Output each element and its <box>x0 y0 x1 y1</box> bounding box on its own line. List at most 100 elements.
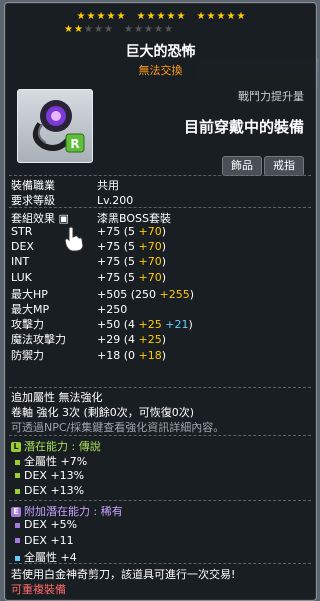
divider <box>9 563 311 564</box>
stat-row: DEX +75 (5 +70) <box>11 240 167 254</box>
stat-bonus: +255 <box>159 287 190 301</box>
star-icon: ★ <box>156 11 166 22</box>
hand-cursor-icon <box>64 226 84 252</box>
star-icon: ★ <box>206 11 216 22</box>
stat-name: 最大MP <box>11 303 50 316</box>
potential-grade: 傳說 <box>78 440 101 453</box>
star-icon: ★ <box>74 24 83 35</box>
star-icon: ★ <box>166 11 176 22</box>
stat-row: 魔法攻擊力 +29 (4 +25) <box>11 333 167 347</box>
combat-power-label: 戰鬥力提升量 <box>238 90 304 103</box>
stat-total: +250 <box>97 303 128 316</box>
stat-detail: (5 <box>123 240 139 254</box>
star-icon: ★ <box>136 11 146 22</box>
level-value: Lv.200 <box>97 194 134 207</box>
divider <box>9 435 311 436</box>
stat-name: 攻擊力 <box>11 318 44 332</box>
job-label: 裝備職業 <box>11 179 55 192</box>
additional-attribute-row: 追加屬性 無法強化 <box>11 391 103 404</box>
star-icon: ★ <box>106 11 116 22</box>
potential-line: DEX +11 <box>15 534 74 547</box>
potential-line: DEX +5% <box>15 518 77 531</box>
stat-bonus: +18 <box>138 348 162 362</box>
stat-bonus: +70 <box>138 270 162 284</box>
stat-row: INT +75 (5 +70) <box>11 255 167 269</box>
stat-row: 最大MP +250 <box>11 301 127 317</box>
star-icon: ★ <box>84 24 93 35</box>
stat-detail: (5 <box>123 255 139 269</box>
set-info-icon: ▣ <box>58 212 69 225</box>
divider <box>9 500 311 501</box>
epic-badge-icon: E <box>11 507 21 517</box>
stat-total: +75 <box>97 270 121 284</box>
stat-total: +18 <box>97 348 121 362</box>
divider <box>9 207 311 208</box>
item-icon: R <box>17 89 93 163</box>
set-row: 套組效果 ▣ 漆黑BOSS套裝 <box>11 210 171 226</box>
trade-status: 無法交換 <box>138 64 183 77</box>
tab-ring[interactable]: 戒指 <box>264 156 304 176</box>
bullet-icon <box>15 555 20 561</box>
stat-row: 最大HP +505 (250 +255) <box>11 287 195 301</box>
stat-bonus: +25 <box>138 318 162 332</box>
stat-total: +75 <box>97 240 121 254</box>
scroll-enhance-row: 卷軸 強化 3次 (剩餘0次，可恢復0次) <box>11 406 195 419</box>
re-equip-notice: 可重複裝備 <box>11 583 66 596</box>
stat-total: +75 <box>97 255 121 269</box>
stat-bonus: +25 <box>138 333 162 347</box>
star-icon: ★ <box>164 24 173 35</box>
job-row: 裝備職業 共用 <box>11 177 119 193</box>
stat-name: 最大HP <box>11 287 48 301</box>
svg-text:R: R <box>70 137 79 151</box>
stat-row: 防禦力 +18 (0 +18) <box>11 348 167 362</box>
legendary-badge-icon: L <box>11 442 21 452</box>
star-icon: ★ <box>64 24 73 35</box>
set-label: 套組效果 ▣ <box>11 212 69 225</box>
stat-name: LUK <box>11 270 32 284</box>
star-icon: ★ <box>154 24 163 35</box>
set-value: 漆黑BOSS套裝 <box>97 212 171 225</box>
stat-row: 攻擊力 +50 (4 +25 +21) <box>11 318 193 332</box>
item-name: 巨大的恐怖 <box>125 44 196 60</box>
equipped-notice: 目前穿戴中的裝備 <box>183 118 304 136</box>
potential-header: L 潛在能力 : 傳說 <box>11 438 101 454</box>
star-icon: ★ <box>96 11 106 22</box>
bullet-icon <box>15 488 20 494</box>
stat-total: +29 <box>97 333 121 347</box>
bullet-icon <box>15 522 20 528</box>
star-icon: ★ <box>146 11 156 22</box>
star-icon: ★ <box>226 11 236 22</box>
star-icon: ★ <box>116 11 126 22</box>
stat-name: 防禦力 <box>11 348 44 362</box>
potential-line: 全屬性 +7% <box>15 453 87 469</box>
star-row-1: ★ ★ ★ ★ ★ ★ ★ ★ ★ ★ ★ ★ ★ ★ ★ <box>5 10 316 23</box>
stat-detail: (250 <box>130 287 160 301</box>
additional-grade: 稀有 <box>100 505 123 518</box>
star-icon: ★ <box>124 24 133 35</box>
star-row-2: ★ ★ ★ ★ ★ ★ ★ ★ ★ ★ <box>5 23 316 36</box>
star-icon: ★ <box>76 11 86 22</box>
star-icon: ★ <box>86 11 96 22</box>
level-row: 要求等級 Lv.200 <box>11 192 133 208</box>
stat-name: INT <box>11 255 30 269</box>
item-tooltip: ★ ★ ★ ★ ★ ★ ★ ★ ★ ★ ★ ★ ★ ★ ★ ★ ★ ★ ★ ★ ★ ★ ★ ★ ★ 巨大的恐怖 無法交換 R … <box>4 2 317 601</box>
stat-detail: (4 <box>123 333 139 347</box>
stat-detail: (5 <box>123 270 139 284</box>
additional-potential-header: E 附加潛在能力 : 稀有 <box>11 503 123 519</box>
stat-bonus: +70 <box>138 255 162 269</box>
star-icon: ★ <box>216 11 226 22</box>
bullet-icon <box>15 459 20 465</box>
star-icon: ★ <box>196 11 206 22</box>
additional-attribute-value: 無法強化 <box>58 391 103 404</box>
tab-jewelry[interactable]: 飾品 <box>222 156 262 176</box>
enhance-hint: 可透過NPC/採集鍵查看強化資訊詳細內容。 <box>11 421 225 434</box>
stat-extra: +21 <box>165 318 189 332</box>
potential-line: DEX +13% <box>15 469 84 482</box>
bullet-icon <box>15 473 20 478</box>
star-icon: ★ <box>236 11 246 22</box>
star-icon: ★ <box>94 24 103 35</box>
stat-row: LUK +75 (5 +70) <box>11 270 167 284</box>
stat-detail: (0 <box>123 348 139 362</box>
stat-total: +505 <box>97 287 128 301</box>
scissors-notice: 若使用白金神奇剪刀，該道具可進行一次交易! <box>11 568 236 581</box>
